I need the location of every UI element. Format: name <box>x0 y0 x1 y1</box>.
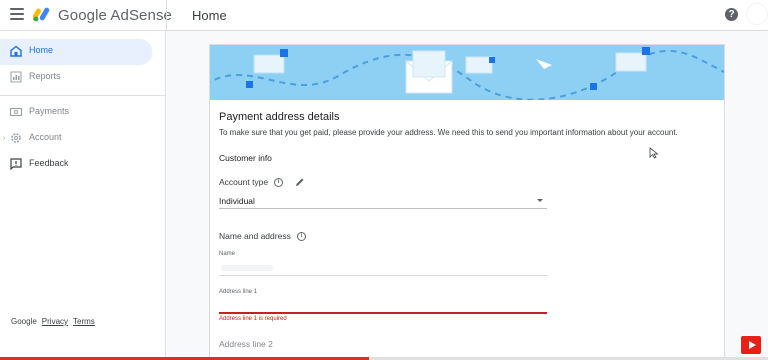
sidebar-item-label: Feedback <box>29 158 69 168</box>
adsense-logo <box>33 7 50 22</box>
chevron-down-icon <box>537 199 543 202</box>
reports-icon <box>10 71 22 83</box>
address-line-1-label: Address line 1 <box>219 289 258 295</box>
sidebar-footer: Google Privacy Terms <box>11 317 95 326</box>
help-icon[interactable]: ? <box>725 8 738 21</box>
avatar[interactable] <box>746 3 768 25</box>
customer-info-heading: Customer info <box>219 153 272 163</box>
name-address-label: Name and address <box>219 231 291 241</box>
name-field-label: Name <box>219 251 236 257</box>
address-line-1-underline <box>219 312 547 314</box>
footer-google: Google <box>11 317 37 326</box>
section-description: To make sure that you get paid, please p… <box>219 128 678 137</box>
account-type-select[interactable]: Individual <box>219 191 547 209</box>
account-type-value: Individual <box>219 196 255 206</box>
top-app-bar: Google AdSense Home ? <box>0 0 768 31</box>
payment-address-card: Payment address details To make sure tha… <box>209 44 725 360</box>
brand-name: Google AdSense <box>58 7 172 24</box>
address-line-2-placeholder: Address line 2 <box>219 339 273 349</box>
header-divider <box>166 0 167 31</box>
sidebar-item-label: Reports <box>29 71 61 81</box>
pencil-icon[interactable] <box>295 177 305 187</box>
sidebar-item-payments[interactable]: Payments <box>0 100 152 124</box>
sidebar-item-feedback[interactable]: Feedback <box>0 152 152 176</box>
section-title: Payment address details <box>219 111 340 123</box>
page-title: Home <box>192 8 227 23</box>
mouse-cursor-icon <box>649 147 659 159</box>
name-field[interactable]: Name <box>219 251 547 276</box>
address-line-1-field[interactable]: Address line 1 <box>219 289 547 314</box>
sidebar: Home Reports Payments › Account Feedback <box>0 31 166 360</box>
sidebar-item-label: Payments <box>29 106 70 116</box>
sidebar-item-home[interactable]: Home <box>0 39 152 65</box>
payments-icon <box>10 108 22 116</box>
sidebar-item-label: Home <box>29 45 54 55</box>
expand-arrow-icon[interactable]: › <box>3 135 5 142</box>
account-type-row: Account type i <box>219 177 305 187</box>
feedback-icon <box>10 158 22 170</box>
mail-illustration-banner <box>210 45 724 100</box>
privacy-link[interactable]: Privacy <box>42 317 68 326</box>
youtube-subscribe-icon[interactable] <box>740 335 762 355</box>
sidebar-item-label: Account <box>29 132 62 142</box>
account-type-label: Account type <box>219 177 269 187</box>
sidebar-divider <box>0 95 166 96</box>
name-address-row: Name and address i <box>219 231 306 241</box>
name-field-underline <box>219 275 547 276</box>
sidebar-item-account[interactable]: › Account <box>0 126 152 150</box>
address-line-1-error: Address line 1 is required <box>219 316 287 322</box>
info-icon[interactable]: i <box>274 177 284 187</box>
info-icon[interactable]: i <box>296 231 306 241</box>
home-icon <box>10 45 22 57</box>
terms-link[interactable]: Terms <box>73 317 95 326</box>
address-line-2-field[interactable]: Address line 2 <box>219 339 547 355</box>
gear-icon <box>11 133 21 143</box>
name-field-value-redacted <box>221 265 273 271</box>
menu-icon[interactable] <box>10 8 24 22</box>
sidebar-item-reports[interactable]: Reports <box>0 65 152 89</box>
